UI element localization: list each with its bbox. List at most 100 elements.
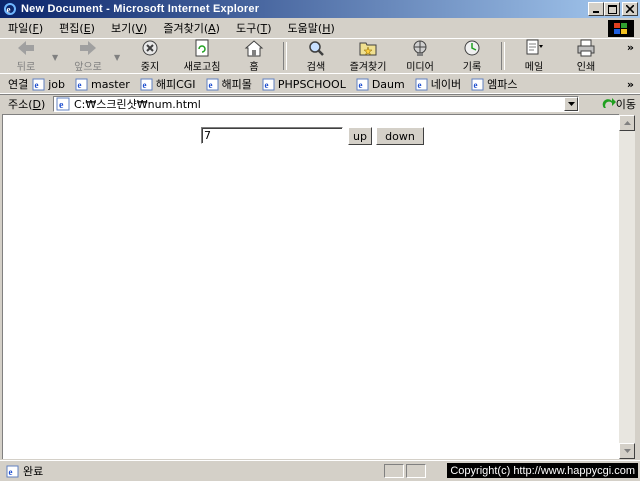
link-naver[interactable]: e 네이버 [415,76,461,92]
svg-text:e: e [59,100,64,111]
links-more-icon[interactable]: » [627,78,634,91]
menu-favorites-key: A [208,22,216,35]
links-bar: 연결 e job e master e 해피CGI e 해피몰 e PHPSCH… [0,73,640,95]
browser-window: e New Document - Microsoft Internet Expl… [0,0,640,480]
back-arrow-icon [18,41,34,55]
down-button[interactable]: down [376,127,424,145]
menu-view-end: ) [143,22,148,35]
link-happymall[interactable]: e 해피몰 [206,76,252,92]
minimize-icon [593,11,599,13]
link-label: 엠파스 [487,78,518,91]
stop-label: 중지 [140,62,160,73]
media-icon [413,40,427,56]
title-bar[interactable]: e New Document - Microsoft Internet Expl… [0,0,640,18]
print-label: 인쇄 [576,62,596,73]
go-button[interactable]: 이동 [602,96,636,112]
menu-edit-label: 편집( [59,22,84,35]
toolbar-more-icon[interactable]: » [627,41,634,54]
ie-page-icon: e [471,78,484,90]
search-label: 검색 [306,62,326,73]
print-button[interactable]: 인쇄 [560,39,612,73]
menu-help[interactable]: 도움말(H) [280,20,343,36]
back-button[interactable]: 뒤로 [0,39,52,73]
ie-page-icon: e [206,78,219,90]
window-controls [588,2,638,16]
refresh-button[interactable]: 새로고침 [176,39,228,73]
link-label: 해피CGI [155,78,196,91]
svg-text:e: e [417,80,421,90]
link-phpschool[interactable]: e PHPSCHOOL [262,78,346,91]
windows-logo-icon [608,20,634,37]
forward-button[interactable]: 앞으로 [62,39,114,73]
svg-text:e: e [142,80,146,90]
media-button[interactable]: 미디어 [394,39,446,73]
svg-text:e: e [35,80,39,90]
link-master[interactable]: e master [75,78,130,91]
vertical-scrollbar[interactable] [619,115,635,459]
svg-text:e: e [9,467,13,477]
scroll-down-button[interactable] [619,443,635,459]
ie-page-icon: e [356,78,369,90]
history-button[interactable]: 기록 [446,39,498,73]
status-bar: e 완료 Copyright(c) http://www.happycgi.co… [0,460,640,481]
close-button[interactable] [622,2,638,16]
address-input[interactable]: e C:₩스크린샷₩num.html [53,96,579,112]
ie-page-icon: e [6,465,19,477]
address-label-end: ) [41,98,46,111]
address-url: C:₩스크린샷₩num.html [74,98,201,111]
minimize-button[interactable] [588,2,604,16]
number-input[interactable] [201,127,343,144]
link-daum[interactable]: e Daum [356,78,405,91]
menu-view-key: V [135,22,144,35]
maximize-button[interactable] [604,2,620,16]
maximize-icon [607,4,617,14]
ie-page-icon: e [415,78,428,90]
svg-text:e: e [264,80,268,90]
search-icon [309,41,324,56]
mail-button[interactable]: 메일 [508,39,560,73]
address-label-key: D [32,98,42,111]
address-label: 주소(D) [0,96,49,112]
back-label: 뒤로 [16,62,36,73]
favorites-button[interactable]: 즐겨찾기 [342,39,394,73]
link-job[interactable]: e job [32,78,65,91]
menu-tools-label: 도구( [235,22,261,35]
menu-edit[interactable]: 편집(E) [51,20,103,36]
menu-favorites-label: 즐겨찾기( [163,22,209,35]
forward-arrow-icon [80,41,96,55]
ie-page-icon: e [75,78,88,90]
refresh-label: 새로고침 [183,62,221,73]
status-text: 완료 [23,465,44,478]
menu-view[interactable]: 보기(V) [103,20,155,36]
refresh-icon [195,39,209,57]
up-button[interactable]: up [348,127,372,145]
stop-icon [142,40,158,56]
forward-label: 앞으로 [74,62,102,73]
back-dropdown-icon[interactable]: ▼ [52,53,62,62]
ie-page-icon: e [140,78,153,90]
link-empas[interactable]: e 엠파스 [471,76,517,92]
menu-favorites[interactable]: 즐겨찾기(A) [155,20,228,36]
menu-bar: 파일(F) 편집(E) 보기(V) 즐겨찾기(A) 도구(T) 도움말(H) [0,18,640,39]
printer-icon [577,39,595,57]
address-bar: 주소(D) e C:₩스크린샷₩num.html 이동 [0,93,640,114]
standard-toolbar: 뒤로 ▼ 앞으로 ▼ 중지 새로고침 홈 검색 즐겨찾기 미디어 기록 메일 인… [0,39,640,74]
menu-file[interactable]: 파일(F) [0,20,51,36]
status-panel [384,464,404,478]
scroll-up-button[interactable] [619,115,635,131]
svg-text:e: e [7,5,11,15]
menu-help-end: ) [330,22,335,35]
address-dropdown-button[interactable] [564,97,578,111]
search-button[interactable]: 검색 [290,39,342,73]
stop-button[interactable]: 중지 [124,39,176,73]
link-label: Daum [371,77,405,91]
forward-dropdown-icon[interactable]: ▼ [114,53,124,62]
ie-page-icon: e [262,78,275,90]
link-happycgi[interactable]: e 해피CGI [140,76,196,92]
home-button[interactable]: 홈 [228,39,280,73]
menu-file-end: ) [38,22,44,35]
menu-tools[interactable]: 도구(T) [228,20,280,36]
page-content: up down [2,114,619,459]
svg-text:e: e [208,80,212,90]
history-label: 기록 [462,62,482,73]
